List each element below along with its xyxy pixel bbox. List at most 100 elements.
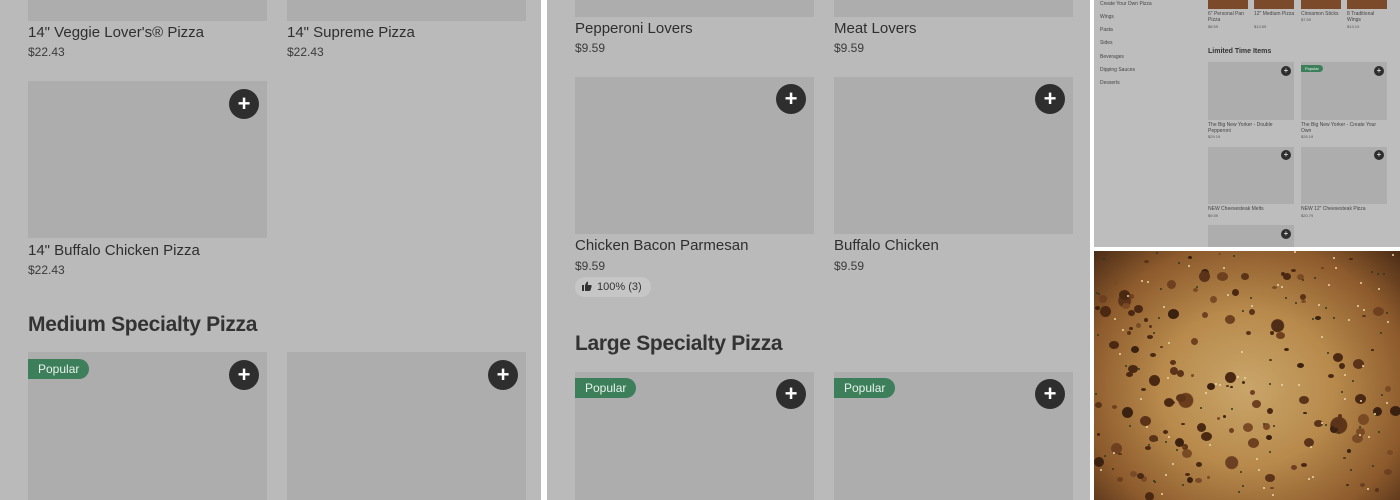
thumbs-up-icon (582, 281, 592, 291)
pizza-speck (1371, 271, 1373, 273)
item-price: $22.43 (287, 45, 324, 59)
pizza-topping (1177, 370, 1184, 377)
pizza-topping (1371, 349, 1374, 351)
pizza-topping (1129, 327, 1133, 330)
sidebar-item[interactable]: Sides (1100, 40, 1113, 46)
add-item-button[interactable]: + (1281, 229, 1291, 239)
pizza-topping (1272, 286, 1277, 289)
sidebar-item[interactable]: Create Your Own Pizza (1100, 1, 1152, 7)
pizza-speck (1196, 286, 1198, 288)
pizza-speck (1182, 484, 1184, 486)
pizza-topping (1226, 385, 1229, 387)
pizza-topping (1141, 388, 1146, 391)
pizza-speck (1352, 380, 1354, 382)
pizza-topping (1109, 341, 1119, 349)
pizza-topping (1301, 463, 1307, 467)
add-item-button[interactable]: + (776, 84, 806, 114)
item-name[interactable]: Buffalo Chicken (834, 237, 939, 254)
item-price: $26.19 (1301, 134, 1314, 139)
pizza-topping (1144, 260, 1149, 263)
pizza-topping (1170, 360, 1176, 365)
item-image[interactable] (1208, 0, 1248, 9)
pizza-speck (1308, 478, 1310, 480)
add-item-button[interactable]: + (1035, 379, 1065, 409)
item-image[interactable] (1301, 0, 1341, 9)
sidebar-item[interactable]: Wings (1100, 14, 1114, 20)
item-image[interactable] (1254, 0, 1294, 9)
pizza-speck (1119, 353, 1121, 355)
pizza-topping (1176, 394, 1186, 402)
item-name[interactable]: NEW 12" Cheesesteak Pizza (1301, 206, 1387, 212)
pizza-speck (1219, 384, 1221, 386)
sidebar-item[interactable]: Desserts (1100, 80, 1120, 86)
add-item-button[interactable]: + (776, 379, 806, 409)
pizza-topping (1144, 318, 1148, 322)
item-price: $7.59 (1301, 17, 1312, 22)
pizza-speck (1312, 476, 1314, 478)
pizza-speck (1227, 294, 1229, 296)
pizza-topping (1300, 294, 1306, 300)
pizza-topping (1241, 273, 1249, 280)
pizza-topping (1223, 415, 1226, 418)
item-name[interactable]: The Big New Yorker - Create Your Own (1301, 122, 1387, 134)
pizza-speck (1154, 481, 1156, 483)
item-name[interactable]: Meat Lovers (834, 20, 917, 37)
item-name[interactable]: The Big New Yorker - Double Pepperoni (1208, 122, 1294, 134)
pizza-speck (1377, 273, 1379, 275)
item-image[interactable] (575, 0, 814, 17)
pizza-speck (1273, 425, 1275, 427)
pizza-speck (1238, 491, 1240, 493)
sidebar-item[interactable]: Beverages (1100, 54, 1124, 60)
item-image[interactable] (287, 0, 526, 21)
popular-badge: Popular (575, 378, 637, 398)
pizza-topping (1230, 386, 1233, 388)
pizza-topping (1246, 331, 1251, 335)
pizza-topping (1299, 396, 1309, 404)
add-item-button[interactable]: + (1281, 66, 1291, 76)
pizza-topping (1130, 471, 1137, 477)
item-name[interactable]: Pepperoni Lovers (575, 20, 693, 37)
pizza-speck (1314, 277, 1316, 279)
pizza-speck (1372, 465, 1374, 467)
pizza-topping (1127, 331, 1131, 335)
item-name[interactable]: NEW Cheesesteak Melts (1208, 206, 1294, 212)
add-item-button[interactable]: + (229, 89, 259, 119)
pizza-speck (1335, 267, 1337, 269)
sidebar-item[interactable]: Pasta (1100, 27, 1113, 33)
item-name[interactable]: 6" Personal Pan Pizza (1208, 11, 1250, 23)
sidebar-item[interactable]: Dipping Sauces (1100, 67, 1135, 73)
pizza-topping (1343, 457, 1346, 459)
pizza-topping (1117, 477, 1123, 482)
pizza-speck (1114, 318, 1116, 320)
popular-badge: Popular (834, 378, 896, 398)
item-name[interactable]: 12" Medium Pizza (1254, 11, 1296, 17)
rating-pill: 100% (3) (575, 277, 651, 297)
pizza-speck (1167, 377, 1169, 379)
pizza-topping (1149, 375, 1160, 386)
pizza-speck (1156, 439, 1158, 441)
add-item-button[interactable]: + (1281, 150, 1291, 160)
pizza-speck (1122, 329, 1124, 331)
item-name[interactable]: 14" Buffalo Chicken Pizza (28, 242, 200, 259)
pizza-speck (1263, 423, 1265, 425)
item-image[interactable] (28, 0, 267, 21)
item-image[interactable] (834, 0, 1073, 17)
pizza-topping (1129, 294, 1134, 299)
add-item-button[interactable]: + (1374, 66, 1384, 76)
pizza-speck (1285, 297, 1287, 299)
add-item-button[interactable]: + (488, 360, 518, 390)
pizza-topping (1095, 306, 1100, 310)
item-image[interactable] (1347, 0, 1387, 9)
pizza-speck (1344, 398, 1346, 400)
item-name[interactable]: 8 Traditional Wings (1347, 11, 1389, 23)
item-name[interactable]: 14" Veggie Lover's® Pizza (28, 24, 204, 41)
add-item-button[interactable]: + (1035, 84, 1065, 114)
pizza-topping (1229, 428, 1234, 433)
add-item-button[interactable]: + (229, 360, 259, 390)
pizza-topping (1094, 457, 1104, 467)
pizza-speck (1242, 485, 1244, 487)
item-name[interactable]: 14" Supreme Pizza (287, 24, 415, 41)
item-name[interactable]: Chicken Bacon Parmesan (575, 237, 748, 254)
add-item-button[interactable]: + (1374, 150, 1384, 160)
pizza-topping (1170, 401, 1175, 404)
